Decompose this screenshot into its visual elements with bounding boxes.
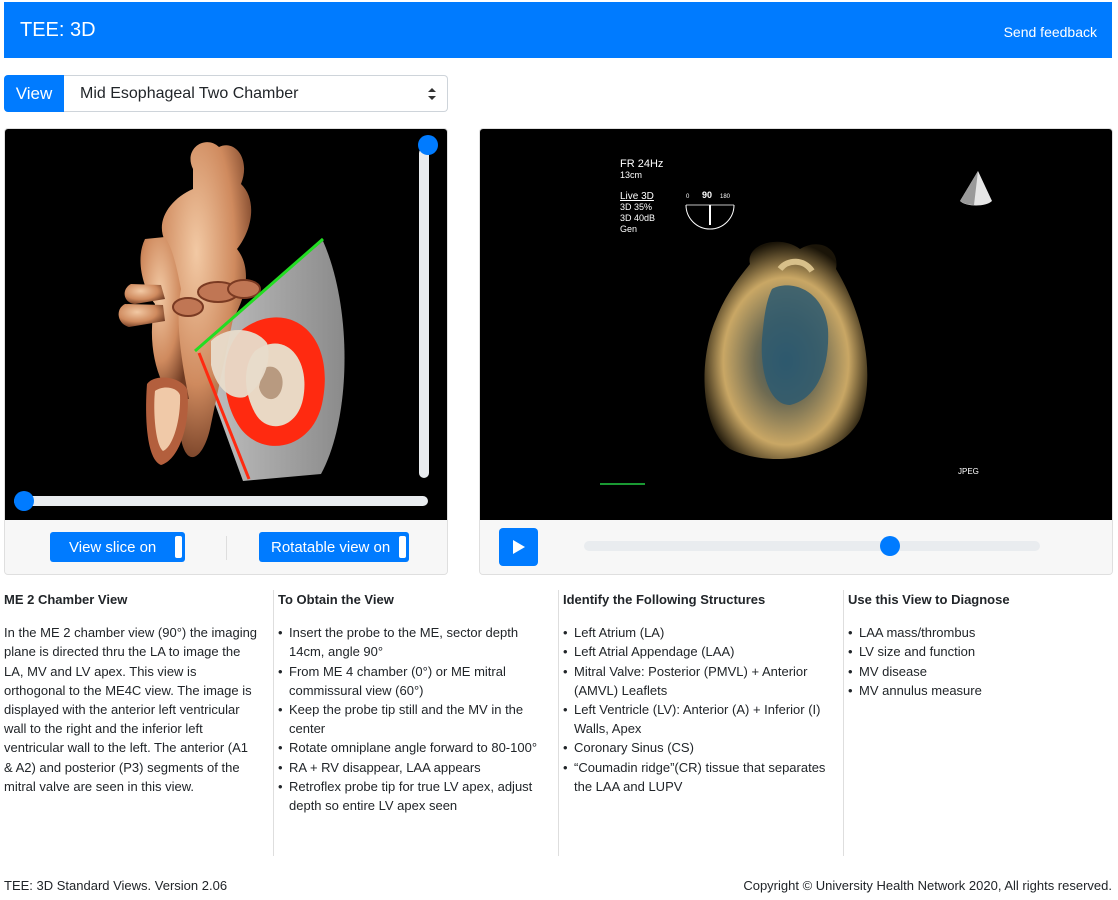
frame-rate-text: FR 24Hz — [620, 158, 664, 170]
footer-version: TEE: 3D Standard Views. Version 2.06 — [4, 878, 228, 893]
video-progress-slider[interactable] — [584, 541, 1040, 551]
play-button[interactable] — [499, 528, 538, 566]
column-divider — [273, 590, 274, 856]
view-slice-toggle[interactable]: View slice on — [50, 532, 185, 562]
toggle-knob — [175, 536, 182, 558]
description-text: In the ME 2 chamber view (90°) the imagi… — [4, 625, 258, 794]
list-item: RA + RV disappear, LAA appears — [278, 758, 546, 777]
echo-video-frame[interactable] — [480, 129, 1112, 520]
list-item: Left Atrium (LA) — [563, 623, 831, 642]
angle-max-text: 180 — [720, 194, 731, 200]
mode-text: Live 3D — [620, 191, 654, 202]
horizontal-rotation-slider[interactable] — [14, 496, 428, 506]
model-panel — [4, 128, 448, 575]
rotatable-view-label: Rotatable view on — [271, 538, 391, 556]
view-selector-group: View Mid Esophageal Two Chamber — [4, 75, 448, 112]
list-item: Insert the probe to the ME, sector depth… — [278, 623, 546, 661]
list-item: LAA mass/thrombus — [848, 623, 1110, 642]
format-text: JPEG — [958, 467, 979, 476]
play-icon — [513, 540, 525, 554]
heart-model-canvas[interactable] — [5, 129, 447, 520]
view-slice-label: View slice on — [69, 538, 157, 556]
structures-section: Identify the Following Structures Left A… — [563, 590, 831, 856]
list-item: MV disease — [848, 662, 1110, 681]
top-navbar: TEE: 3D Send feedback — [4, 2, 1112, 58]
section-title: Identify the Following Structures — [563, 592, 766, 607]
dynamic-range-text: 3D 40dB — [620, 213, 656, 223]
list-item: “Coumadin ridge”(CR) tissue that separat… — [563, 758, 831, 796]
gain-text: 3D 35% — [620, 202, 653, 212]
list-item: MV annulus measure — [848, 681, 1110, 700]
section-title: Use this View to Diagnose — [848, 592, 1010, 607]
list-item: Mitral Valve: Posterior (PMVL) + Anterio… — [563, 662, 831, 700]
list-item: LV size and function — [848, 642, 1110, 661]
section-title: To Obtain the View — [278, 592, 394, 607]
horizontal-slider-thumb[interactable] — [14, 491, 34, 511]
diagnose-section: Use this View to Diagnose LAA mass/throm… — [848, 590, 1110, 856]
app-title[interactable]: TEE: 3D — [20, 19, 96, 42]
vertical-slider-thumb[interactable] — [418, 135, 438, 155]
echo-image — [600, 171, 992, 485]
angle-min-text: 0 — [686, 194, 690, 200]
description-section: ME 2 Chamber View In the ME 2 chamber vi… — [4, 590, 260, 856]
list-item: Coronary Sinus (CS) — [563, 738, 831, 757]
obtain-section: To Obtain the View Insert the probe to t… — [278, 590, 546, 856]
list-item: From ME 4 chamber (0°) or ME mitral comm… — [278, 662, 546, 700]
heart-model-render — [118, 142, 345, 481]
view-select-value: Mid Esophageal Two Chamber — [80, 84, 299, 102]
select-caret-icon — [428, 88, 436, 100]
list-item: Left Atrial Appendage (LAA) — [563, 642, 831, 661]
list-item: Retroflex probe tip for true LV apex, ad… — [278, 777, 546, 815]
vertical-rotation-slider[interactable] — [419, 148, 429, 478]
send-feedback-link[interactable]: Send feedback — [1004, 24, 1097, 40]
depth-text: 13cm — [620, 170, 643, 180]
view-select-dropdown[interactable]: Mid Esophageal Two Chamber — [64, 75, 448, 112]
echo-video-panel — [479, 128, 1113, 575]
preset-text: Gen — [620, 224, 638, 234]
angle-value-text: 90 — [702, 190, 713, 200]
footer-copyright: Copyright © University Health Network 20… — [743, 878, 1112, 893]
list-item: Keep the probe tip still and the MV in t… — [278, 700, 546, 738]
column-divider — [843, 590, 844, 856]
rotatable-view-toggle[interactable]: Rotatable view on — [259, 532, 409, 562]
list-item: Rotate omniplane angle forward to 80-100… — [278, 738, 546, 757]
column-divider — [558, 590, 559, 856]
controls-divider — [226, 536, 227, 560]
list-item: Left Ventricle (LV): Anterior (A) + Infe… — [563, 700, 831, 738]
toggle-knob — [399, 536, 406, 558]
section-title: ME 2 Chamber View — [4, 592, 128, 607]
view-label: View — [4, 75, 64, 112]
